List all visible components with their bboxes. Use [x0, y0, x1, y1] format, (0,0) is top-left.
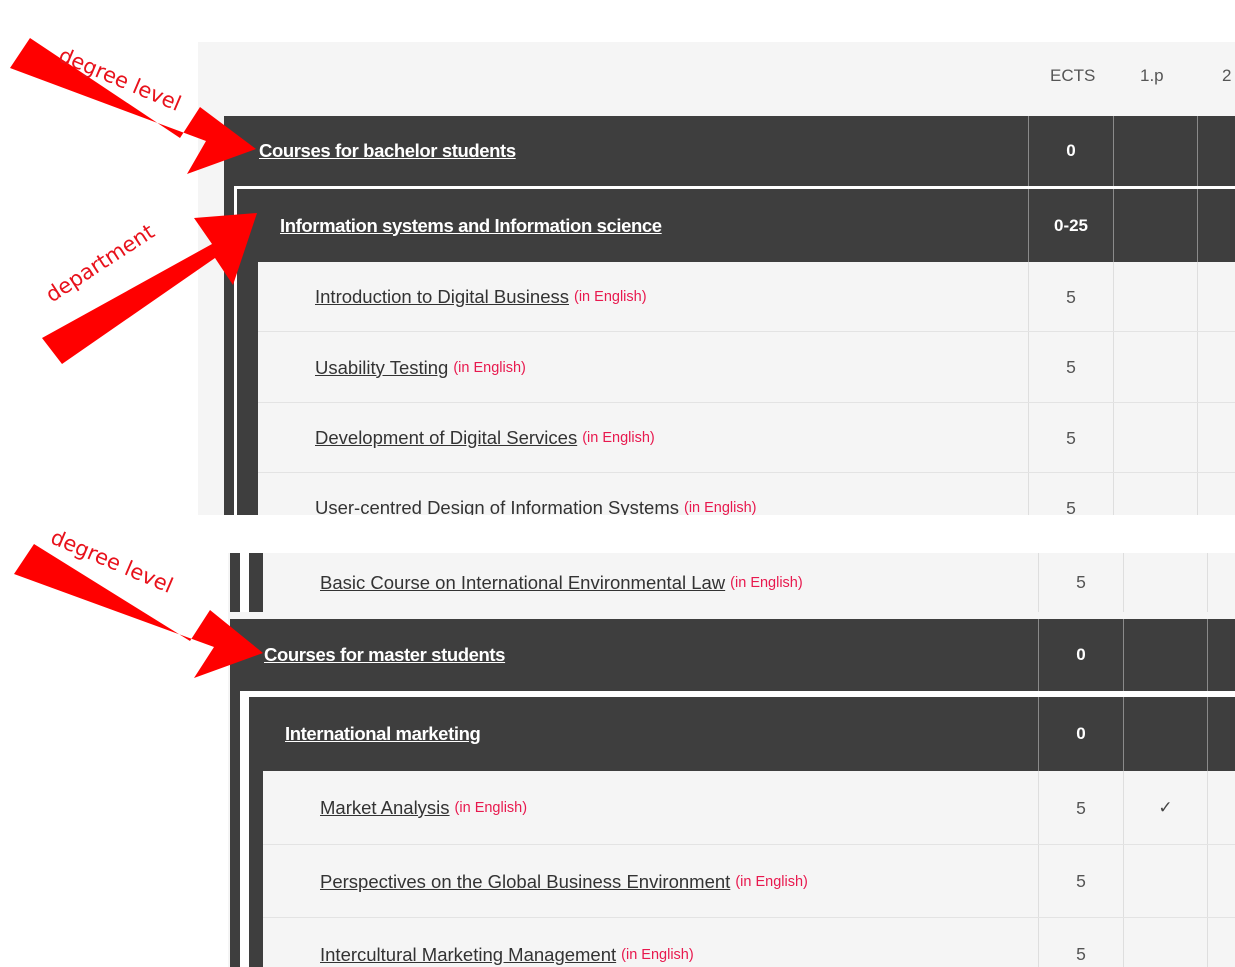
annotation-arrow-icon: [10, 38, 263, 678]
